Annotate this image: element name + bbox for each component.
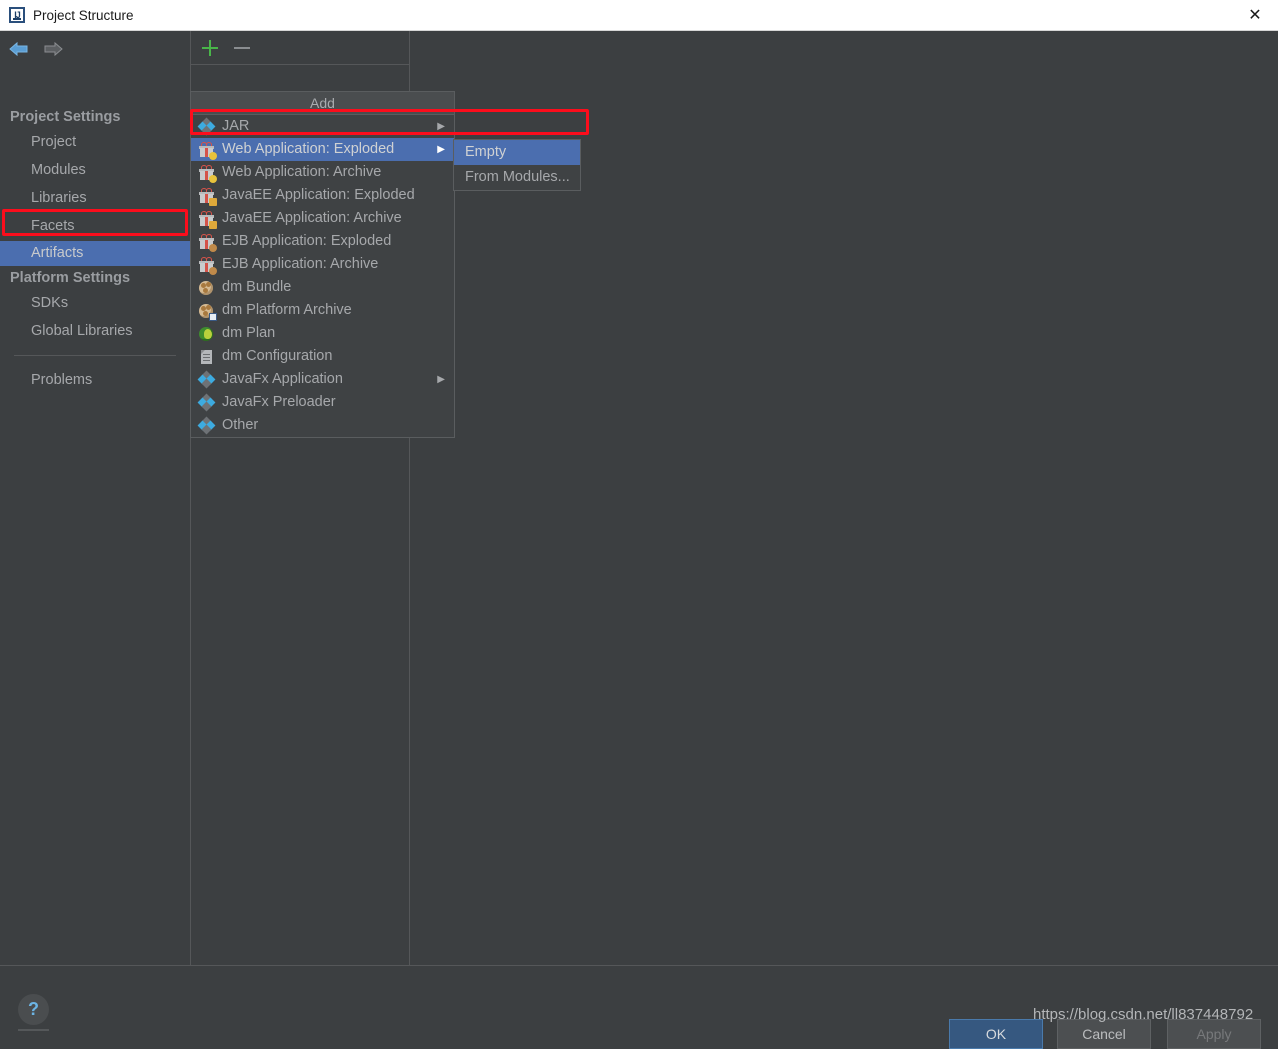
menu-item-javaee-application-archive[interactable]: JavaEE Application: Archive <box>191 207 454 230</box>
menu-item-jar[interactable]: JAR ▶ <box>191 115 454 138</box>
config-icon <box>199 349 215 365</box>
menu-item-label: EJB Application: Archive <box>222 256 379 272</box>
navigation-bar <box>0 31 190 64</box>
submenu-item-empty[interactable]: Empty <box>454 140 580 165</box>
diamond-icon <box>197 416 216 435</box>
gift-ee-icon <box>199 188 217 206</box>
minus-icon[interactable] <box>231 37 253 59</box>
intellij-idea-icon: IJ <box>9 7 25 23</box>
menu-item-web-application-exploded[interactable]: Web Application: Exploded ▶ <box>191 138 454 161</box>
submenu-item-from-modules[interactable]: From Modules... <box>454 165 580 190</box>
sidebar-group-project-settings: Project Settings <box>10 109 121 125</box>
menu-item-label: dm Platform Archive <box>222 302 352 318</box>
menu-item-ejb-application-exploded[interactable]: EJB Application: Exploded <box>191 230 454 253</box>
add-artifact-popup-menu: Add JAR ▶ Web Application: Exploded ▶ We… <box>190 91 455 438</box>
menu-item-javaee-application-exploded[interactable]: JavaEE Application: Exploded <box>191 184 454 207</box>
gift-ejb-icon <box>199 257 217 275</box>
plus-icon[interactable] <box>199 37 221 59</box>
sidebar-item-artifacts[interactable]: Artifacts <box>0 241 190 266</box>
menu-item-other[interactable]: Other <box>191 414 454 437</box>
artifacts-toolbar <box>191 31 409 64</box>
plan-icon <box>199 326 215 342</box>
sidebar-item-facets[interactable]: Facets <box>0 214 190 239</box>
diamond-icon <box>197 117 216 136</box>
menu-item-label: Other <box>222 417 259 433</box>
close-icon[interactable]: ✕ <box>1232 0 1278 30</box>
menu-item-label: JAR <box>222 118 250 134</box>
chevron-right-icon: ▶ <box>437 144 445 155</box>
menu-item-dm-plan[interactable]: dm Plan <box>191 322 454 345</box>
menu-item-label: JavaFx Preloader <box>222 394 336 410</box>
toolbar-divider <box>191 64 409 65</box>
menu-item-dm-bundle[interactable]: dm Bundle <box>191 276 454 299</box>
dialog-button-bar: ? OK Cancel Apply <box>0 966 1278 1049</box>
menu-item-label: Web Application: Archive <box>222 164 382 180</box>
menu-item-label: dm Plan <box>222 325 276 341</box>
web-application-exploded-submenu: Empty From Modules... <box>453 139 581 191</box>
menu-item-label: JavaEE Application: Exploded <box>222 187 415 203</box>
menu-item-label: JavaEE Application: Archive <box>222 210 402 226</box>
chevron-right-icon: ▶ <box>437 121 445 132</box>
menu-item-javafx-preloader[interactable]: JavaFx Preloader <box>191 391 454 414</box>
sidebar-item-libraries[interactable]: Libraries <box>0 186 190 211</box>
sidebar-separator <box>14 355 176 356</box>
sidebar-item-sdks[interactable]: SDKs <box>0 291 190 316</box>
sidebar-item-problems[interactable]: Problems <box>0 368 190 393</box>
menu-item-label: Web Application: Exploded <box>222 141 395 157</box>
cancel-button[interactable]: Cancel <box>1057 1019 1151 1049</box>
diamond-icon <box>197 393 216 412</box>
menu-item-label: JavaFx Application <box>222 371 343 387</box>
diamond-icon <box>197 370 216 389</box>
apply-button: Apply <box>1167 1019 1261 1049</box>
menu-item-web-application-archive[interactable]: Web Application: Archive <box>191 161 454 184</box>
sidebar-item-global-libraries[interactable]: Global Libraries <box>0 319 190 344</box>
sidebar-item-modules[interactable]: Modules <box>0 158 190 183</box>
project-structure-dialog: Project Settings Platform Settings Proje… <box>0 31 1278 1049</box>
watermark-text: https://blog.csdn.net/ll837448792 <box>1033 1006 1254 1023</box>
gift-ee-icon <box>199 211 217 229</box>
menu-item-javafx-application[interactable]: JavaFx Application ▶ <box>191 368 454 391</box>
arrow-right-icon[interactable] <box>40 40 64 58</box>
gift-web-icon <box>199 165 217 183</box>
bundle-sub-icon <box>199 303 217 321</box>
help-icon[interactable]: ? <box>18 994 49 1025</box>
menu-item-label: EJB Application: Exploded <box>222 233 392 249</box>
gift-ejb-icon <box>199 234 217 252</box>
bundle-icon <box>199 280 215 296</box>
menu-item-dm-configuration[interactable]: dm Configuration <box>191 345 454 368</box>
window-title: Project Structure <box>33 8 134 23</box>
menu-item-label: dm Bundle <box>222 279 292 295</box>
ok-button[interactable]: OK <box>949 1019 1043 1049</box>
sidebar-group-platform-settings: Platform Settings <box>10 270 131 286</box>
arrow-left-icon[interactable] <box>8 40 32 58</box>
help-underline <box>18 1029 49 1031</box>
menu-item-ejb-application-archive[interactable]: EJB Application: Archive <box>191 253 454 276</box>
window-titlebar: IJ Project Structure ✕ <box>0 0 1278 31</box>
menu-item-label: dm Configuration <box>222 348 333 364</box>
sidebar-item-project[interactable]: Project <box>0 130 190 155</box>
popup-menu-title: Add <box>191 92 454 115</box>
gift-web-icon <box>199 142 217 160</box>
menu-item-dm-platform-archive[interactable]: dm Platform Archive <box>191 299 454 322</box>
settings-sidebar: Project Settings Platform Settings Proje… <box>0 31 190 965</box>
chevron-right-icon: ▶ <box>437 374 445 385</box>
